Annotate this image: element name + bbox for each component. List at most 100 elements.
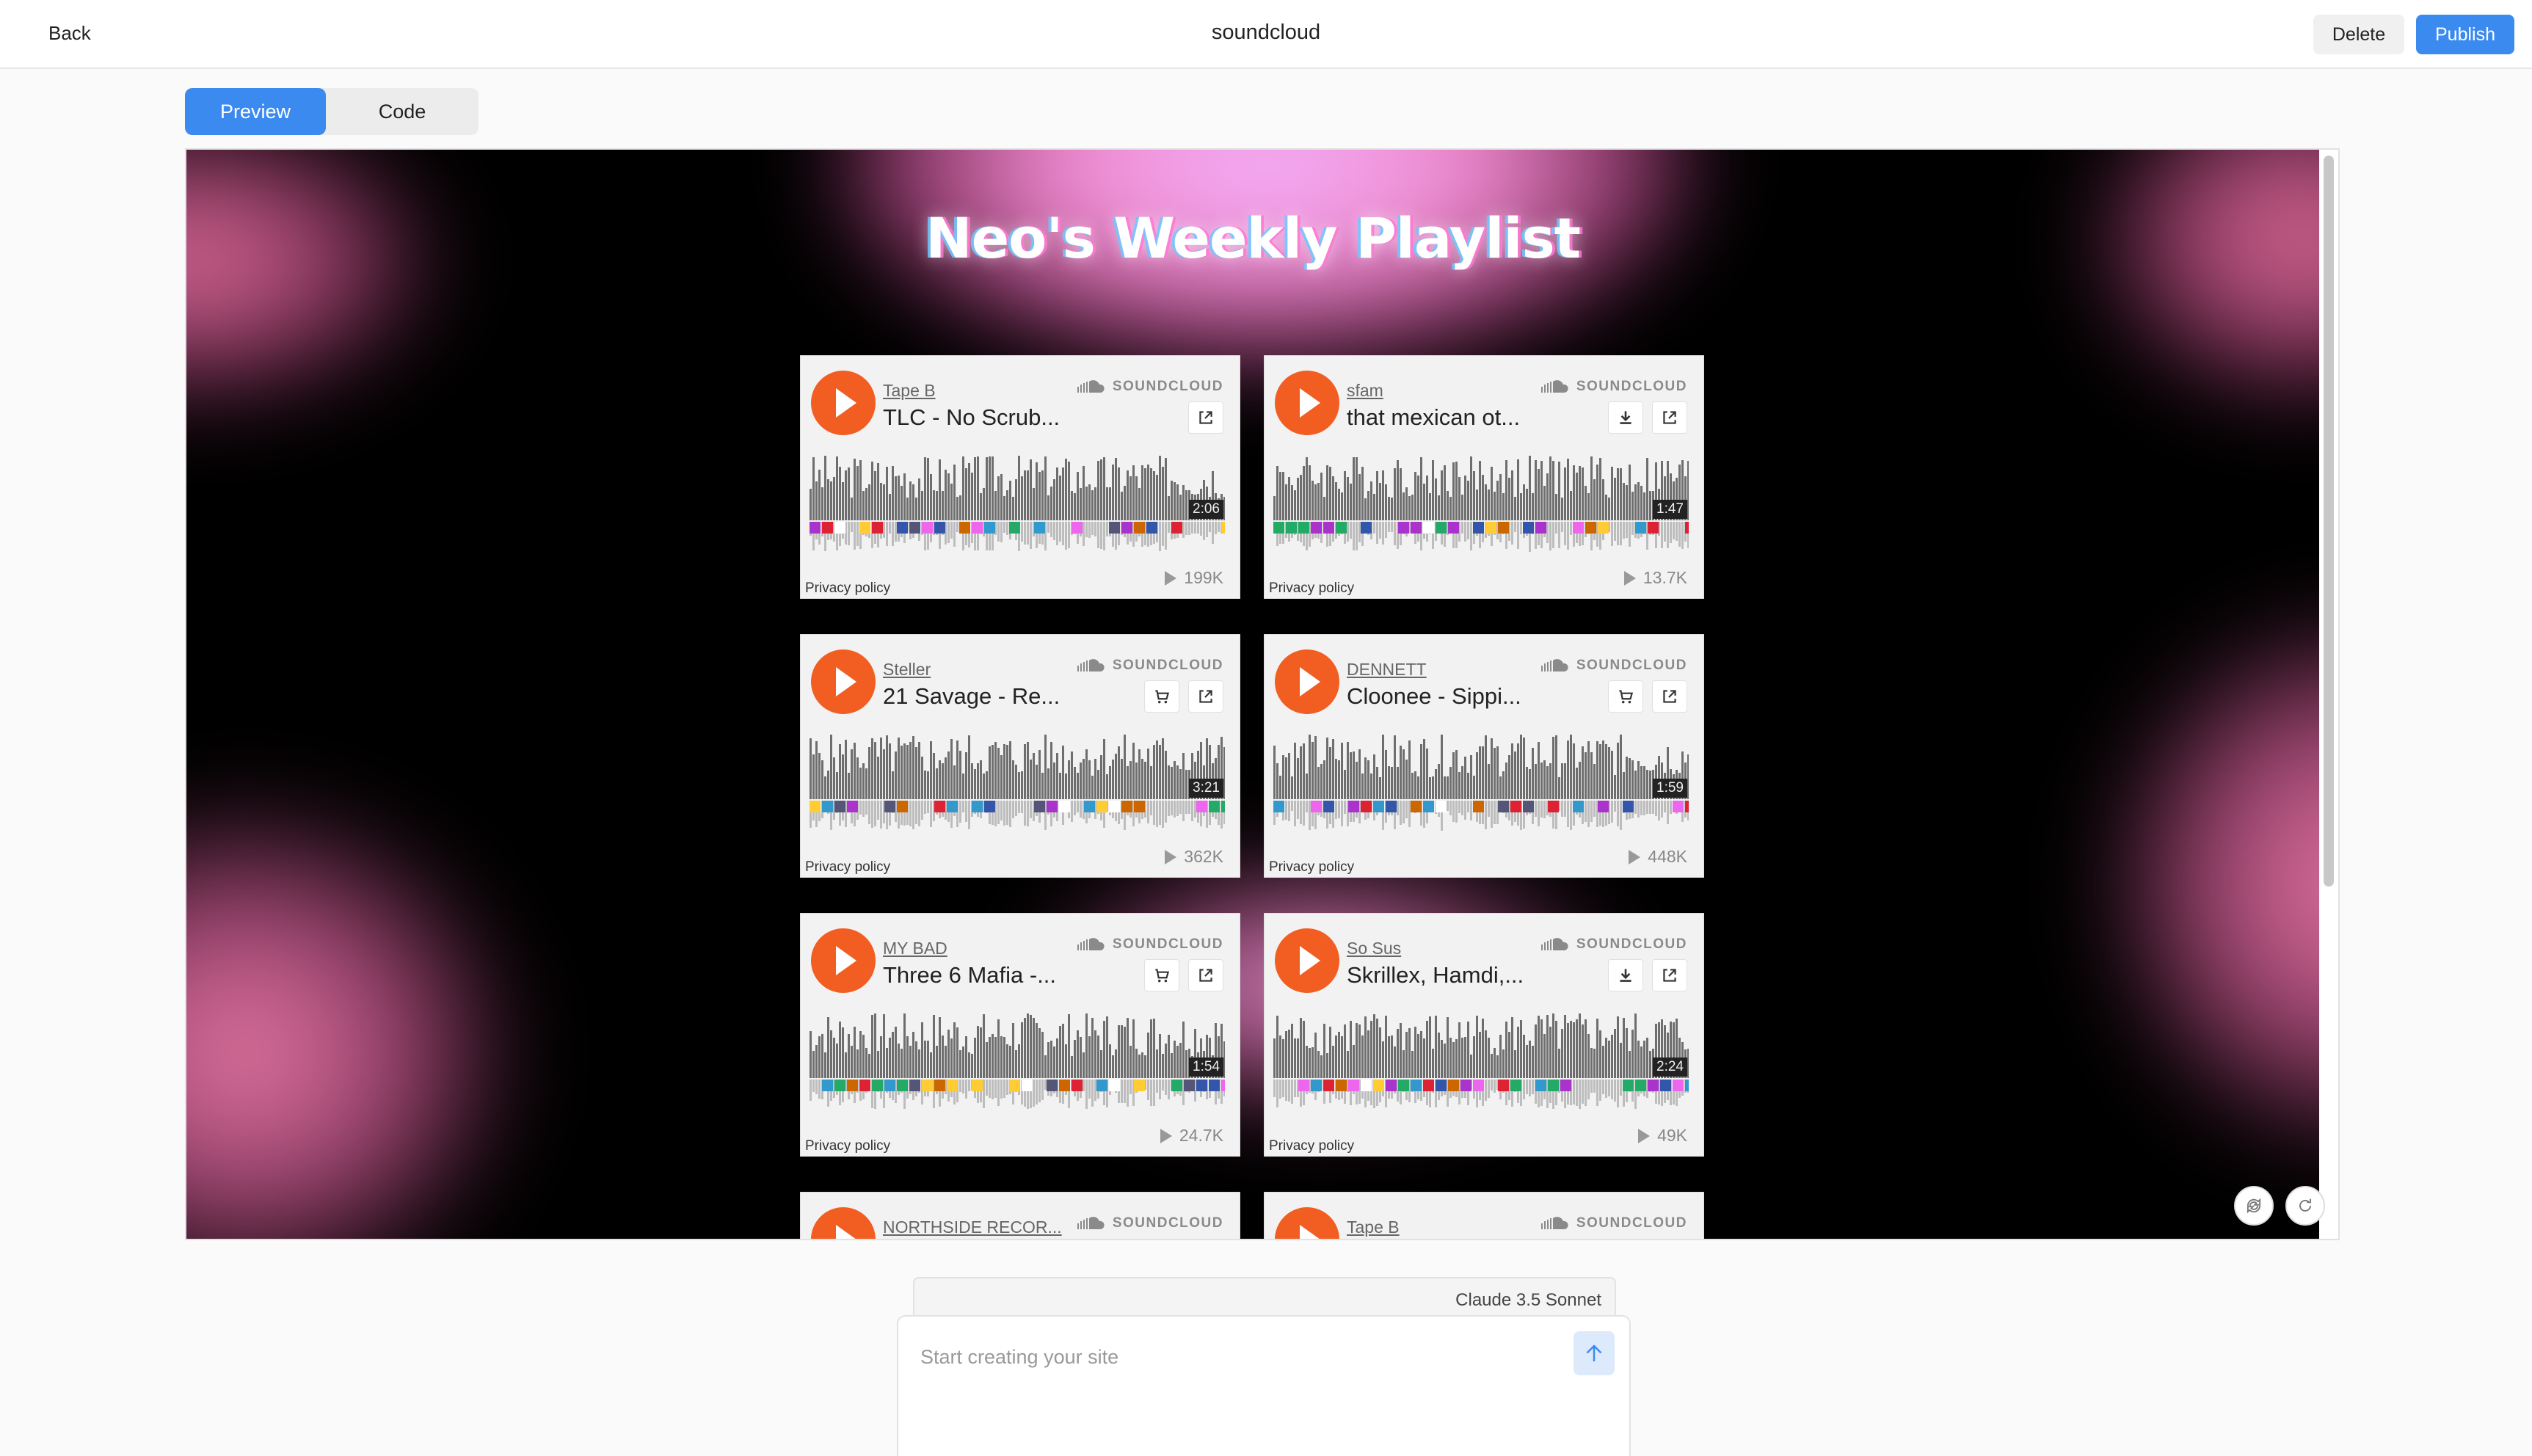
play-count-value: 199K xyxy=(1184,568,1223,587)
play-count-value: 448K xyxy=(1648,847,1687,866)
privacy-policy-link[interactable]: Privacy policy xyxy=(805,580,890,597)
soundcloud-brand-text: SOUNDCLOUD xyxy=(1576,658,1687,673)
download-icon xyxy=(1620,969,1631,982)
waveform[interactable] xyxy=(1273,456,1689,553)
track-title[interactable]: Cloonee - Sippi... xyxy=(1347,683,1521,710)
buy-button[interactable] xyxy=(1144,959,1179,991)
play-count-value: 24.7K xyxy=(1179,1126,1223,1145)
track-title[interactable]: Skrillex, Hamdi,... xyxy=(1347,962,1524,989)
play-count: 362K xyxy=(1165,847,1223,867)
refresh-button[interactable] xyxy=(2285,1186,2325,1226)
track-card: Tape B SOUNDCLOUD xyxy=(1264,1192,1704,1239)
play-count-value: 49K xyxy=(1657,1126,1687,1145)
track-title[interactable]: Three 6 Mafia -... xyxy=(883,962,1056,989)
play-count: 13.7K xyxy=(1623,568,1687,588)
publish-button[interactable]: Publish xyxy=(2416,15,2514,54)
privacy-policy-link[interactable]: Privacy policy xyxy=(805,1138,890,1154)
soundcloud-logo[interactable]: SOUNDCLOUD xyxy=(1540,376,1687,397)
track-duration: 1:59 xyxy=(1653,779,1687,798)
soundcloud-brand-text: SOUNDCLOUD xyxy=(1576,936,1687,952)
soundcloud-logo[interactable]: SOUNDCLOUD xyxy=(1077,934,1223,955)
track-title[interactable]: that mexican ot... xyxy=(1347,404,1520,431)
waveform[interactable] xyxy=(810,456,1225,553)
track-card: MY BAD Three 6 Mafia -... SOUNDCLOUD 1:54 Pr… xyxy=(800,913,1240,1157)
track-artist-link[interactable]: DENNETT xyxy=(1347,660,1427,680)
tab-code[interactable]: Code xyxy=(326,88,479,135)
play-count-icon xyxy=(1623,570,1636,586)
soundcloud-logo[interactable]: SOUNDCLOUD xyxy=(1540,934,1687,955)
privacy-policy-link[interactable]: Privacy policy xyxy=(1269,1138,1354,1154)
soundcloud-cloud-icon xyxy=(1077,938,1105,950)
soundcloud-brand-text: SOUNDCLOUD xyxy=(1112,379,1223,394)
tab-preview[interactable]: Preview xyxy=(185,88,326,135)
share-button[interactable] xyxy=(1652,680,1687,713)
waveform[interactable] xyxy=(810,735,1225,831)
sync-button[interactable] xyxy=(2234,1186,2274,1226)
prompt-input[interactable] xyxy=(920,1339,1551,1375)
track-card: DENNETT Cloonee - Sippi... SOUNDCLOUD 1:59 P… xyxy=(1264,634,1704,878)
buy-button[interactable] xyxy=(1608,680,1643,713)
waveform[interactable] xyxy=(1273,1013,1689,1110)
soundcloud-cloud-icon xyxy=(1540,938,1568,950)
preview-scrollbar[interactable] xyxy=(2324,156,2334,887)
cart-icon xyxy=(1619,690,1634,704)
play-button[interactable] xyxy=(811,1207,876,1239)
track-artist-link[interactable]: Steller xyxy=(883,660,931,680)
privacy-policy-link[interactable]: Privacy policy xyxy=(1269,580,1354,597)
model-selector[interactable]: Claude 3.5 Sonnet xyxy=(913,1277,1616,1320)
track-artist-link[interactable]: Tape B xyxy=(883,381,936,401)
play-button[interactable] xyxy=(1275,1207,1339,1239)
share-button[interactable] xyxy=(1188,680,1223,713)
soundcloud-logo[interactable]: SOUNDCLOUD xyxy=(1077,655,1223,676)
track-artist-link[interactable]: sfam xyxy=(1347,381,1383,401)
play-button[interactable] xyxy=(1275,649,1339,714)
download-icon xyxy=(1620,411,1631,424)
glow-blob xyxy=(186,796,524,1239)
track-title[interactable]: 21 Savage - Re... xyxy=(883,683,1060,710)
share-button[interactable] xyxy=(1188,959,1223,991)
soundcloud-logo[interactable]: SOUNDCLOUD xyxy=(1540,1213,1687,1234)
share-button[interactable] xyxy=(1188,401,1223,434)
play-button[interactable] xyxy=(1275,928,1339,993)
soundcloud-logo[interactable]: SOUNDCLOUD xyxy=(1077,1213,1223,1234)
track-artist-link[interactable]: NORTHSIDE RECOR... xyxy=(883,1217,1062,1237)
play-count-icon xyxy=(1638,1128,1651,1143)
download-button[interactable] xyxy=(1608,959,1643,991)
waveform[interactable] xyxy=(1273,735,1689,831)
track-card: Tape B TLC - No Scrub... SOUNDCLOUD 2:06 Pri… xyxy=(800,355,1240,599)
share-button[interactable] xyxy=(1652,401,1687,434)
play-count-icon xyxy=(1160,1128,1172,1143)
soundcloud-logo[interactable]: SOUNDCLOUD xyxy=(1077,376,1223,397)
privacy-policy-link[interactable]: Privacy policy xyxy=(1269,859,1354,876)
play-count: 448K xyxy=(1629,847,1687,867)
track-title[interactable]: TLC - No Scrub... xyxy=(883,404,1060,431)
track-artist-link[interactable]: So Sus xyxy=(1347,939,1401,958)
soundcloud-logo[interactable]: SOUNDCLOUD xyxy=(1540,655,1687,676)
buy-button[interactable] xyxy=(1144,680,1179,713)
soundcloud-cloud-icon xyxy=(1077,659,1105,671)
share-icon xyxy=(1663,969,1676,982)
soundcloud-cloud-icon xyxy=(1077,1217,1105,1229)
track-duration: 1:47 xyxy=(1653,500,1687,519)
share-button[interactable] xyxy=(1652,959,1687,991)
play-button[interactable] xyxy=(811,928,876,993)
glow-blob xyxy=(186,150,451,414)
download-button[interactable] xyxy=(1608,401,1643,434)
waveform[interactable] xyxy=(810,1013,1225,1110)
send-button[interactable] xyxy=(1574,1331,1615,1375)
play-button[interactable] xyxy=(811,371,876,435)
track-artist-link[interactable]: Tape B xyxy=(1347,1217,1400,1237)
delete-button[interactable]: Delete xyxy=(2313,15,2404,54)
privacy-policy-link[interactable]: Privacy policy xyxy=(805,859,890,876)
app-title: soundcloud xyxy=(1211,21,1321,44)
soundcloud-brand-text: SOUNDCLOUD xyxy=(1112,1215,1223,1231)
soundcloud-brand-text: SOUNDCLOUD xyxy=(1112,658,1223,673)
play-button[interactable] xyxy=(1275,371,1339,435)
cart-icon xyxy=(1155,969,1170,983)
playlist-heading: Neo's Weekly Playlist xyxy=(925,205,1581,271)
track-artist-link[interactable]: MY BAD xyxy=(883,939,947,958)
play-count-icon xyxy=(1165,849,1177,864)
share-icon xyxy=(1663,411,1676,424)
play-button[interactable] xyxy=(811,649,876,714)
share-icon xyxy=(1199,411,1212,424)
